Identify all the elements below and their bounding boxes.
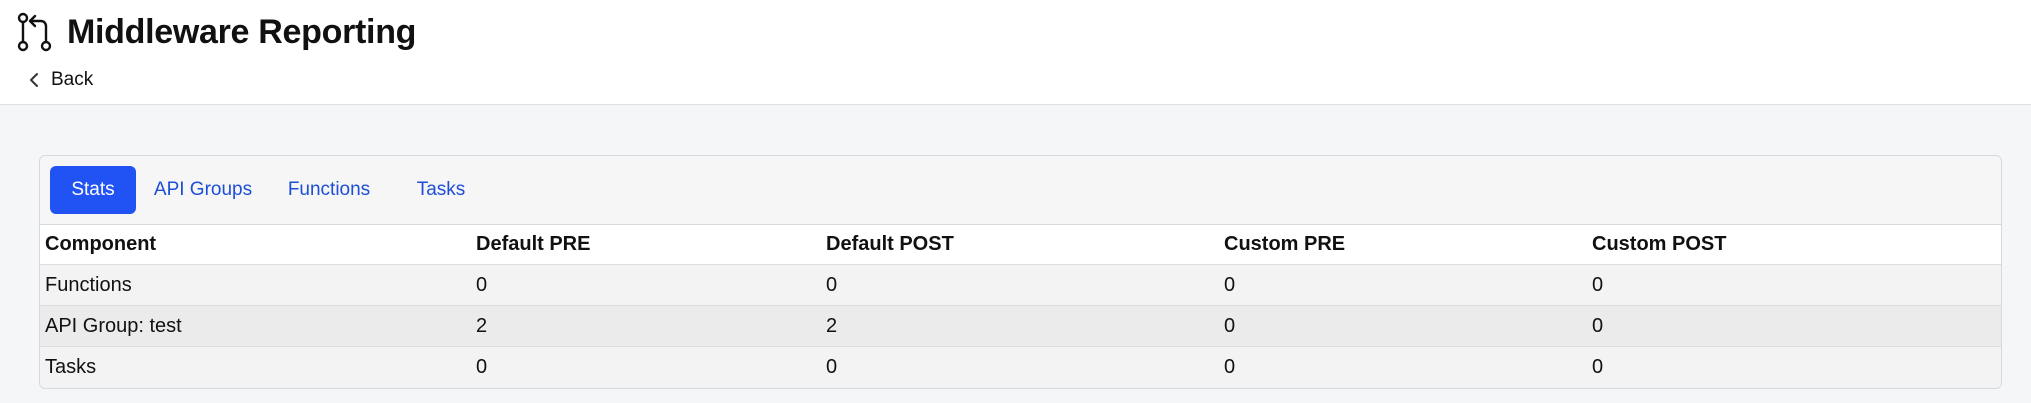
default-post-cell: 0 xyxy=(826,356,838,378)
custom-pre-cell: 0 xyxy=(1224,273,1236,296)
custom-post-cell: 0 xyxy=(1592,273,1604,296)
custom-post-cell: 0 xyxy=(1592,356,1604,378)
page-title: Middleware Reporting xyxy=(67,12,417,51)
git-pull-request-icon xyxy=(17,12,53,52)
title-row: Middleware Reporting xyxy=(17,10,416,54)
stats-table: Component Default PRE Default POST Custo… xyxy=(40,225,2001,388)
tab-tasks[interactable]: Tasks xyxy=(398,166,484,214)
column-header: Custom POST xyxy=(1592,233,1727,255)
tab-stats[interactable]: Stats xyxy=(50,166,136,214)
table-row: Tasks 0 0 0 0 xyxy=(40,347,2001,388)
tab-api-groups[interactable]: API Groups xyxy=(143,166,263,214)
component-cell: Tasks xyxy=(45,356,97,378)
page-header: Middleware Reporting Back xyxy=(0,0,2031,105)
column-header: Default POST xyxy=(826,233,954,255)
table-row: API Group: test 2 2 0 0 xyxy=(40,306,2001,347)
component-cell: Functions xyxy=(45,273,132,296)
default-post-cell: 2 xyxy=(826,314,838,337)
custom-pre-cell: 0 xyxy=(1224,314,1236,337)
table-header-row: Component Default PRE Default POST Custo… xyxy=(40,225,2001,265)
default-pre-cell: 0 xyxy=(476,273,488,296)
component-cell: API Group: test xyxy=(45,314,182,337)
default-pre-cell: 2 xyxy=(476,314,488,337)
tab-functions[interactable]: Functions xyxy=(274,166,384,214)
default-pre-cell: 0 xyxy=(476,356,488,378)
column-header: Component xyxy=(45,233,157,255)
column-header: Custom PRE xyxy=(1224,233,1346,255)
column-header: Default PRE xyxy=(476,233,591,255)
custom-post-cell: 0 xyxy=(1592,314,1604,337)
back-label: Back xyxy=(51,69,94,90)
default-post-cell: 0 xyxy=(826,273,838,296)
custom-pre-cell: 0 xyxy=(1224,356,1236,378)
stats-card: Stats API Groups Functions Tasks Compone… xyxy=(39,155,2002,389)
back-link[interactable]: Back xyxy=(27,66,93,94)
tab-bar: Stats API Groups Functions Tasks xyxy=(40,156,2001,225)
table-row: Functions 0 0 0 0 xyxy=(40,265,2001,306)
chevron-left-icon xyxy=(27,71,41,89)
